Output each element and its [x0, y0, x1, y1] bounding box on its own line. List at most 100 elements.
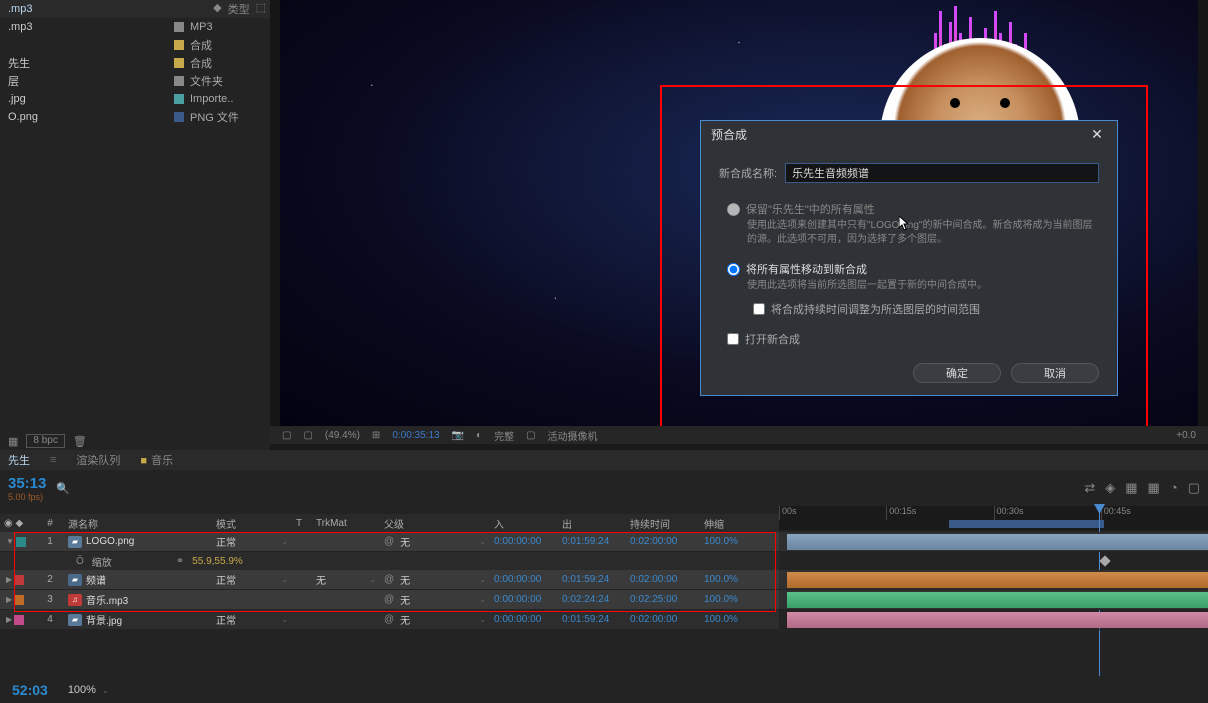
- out-time[interactable]: 0:01:59:24: [558, 614, 626, 625]
- zoom-value[interactable]: (49.4%): [325, 430, 360, 441]
- duration-display[interactable]: 52:03: [12, 682, 48, 698]
- layer-name[interactable]: 频谱: [86, 572, 106, 587]
- parent-value[interactable]: 无: [400, 572, 410, 587]
- in-time[interactable]: 0:00:00:00: [490, 574, 558, 585]
- work-area-bar[interactable]: [949, 520, 1104, 528]
- name-column-header[interactable]: 源名称: [64, 516, 212, 531]
- pickwhip-icon[interactable]: @: [384, 614, 394, 625]
- out-time[interactable]: 0:01:59:24: [558, 574, 626, 585]
- project-item[interactable]: .mp3MP3: [0, 18, 270, 36]
- scale-value[interactable]: 55.9,55.9%: [192, 556, 243, 567]
- project-item[interactable]: 层文件夹: [0, 72, 270, 90]
- twirl-icon[interactable]: ▶: [6, 575, 12, 585]
- stretch[interactable]: 100.0%: [700, 594, 750, 605]
- toolbar-icon[interactable]: ⊞: [372, 430, 380, 441]
- label-swatch[interactable]: [16, 537, 26, 547]
- motionblur-icon[interactable]: ▦: [1148, 480, 1160, 496]
- twirl-icon[interactable]: ▼: [6, 537, 14, 547]
- chevron-down-icon[interactable]: ⌄: [369, 575, 376, 584]
- stretch-column-header[interactable]: 伸缩: [700, 516, 750, 531]
- draft3d-icon[interactable]: ◈: [1105, 480, 1115, 496]
- project-item[interactable]: O.pngPNG 文件: [0, 108, 270, 126]
- layer-row[interactable]: ▼ 1 ▰LOGO.png 正常⌄ @无⌄ 0:00:00:00 0:01:59…: [0, 532, 779, 552]
- open-new-comp-checkbox[interactable]: [727, 333, 739, 345]
- duration[interactable]: 0:02:25:00: [626, 594, 700, 605]
- preview-timecode[interactable]: 0:00:35:13: [392, 430, 439, 441]
- out-time[interactable]: 0:02:24:24: [558, 594, 626, 605]
- stretch[interactable]: 100.0%: [700, 574, 750, 585]
- new-comp-name-input[interactable]: [785, 163, 1099, 183]
- layer-bar-row[interactable]: [779, 570, 1208, 590]
- label-icon[interactable]: ◆: [213, 1, 221, 17]
- open-new-comp-row[interactable]: 打开新合成: [719, 331, 1099, 347]
- duration[interactable]: 0:02:00:00: [626, 536, 700, 547]
- parent-value[interactable]: 无: [400, 592, 410, 607]
- radio-move-attributes[interactable]: [727, 263, 740, 276]
- layer-name[interactable]: 音乐.mp3: [86, 592, 128, 607]
- project-item[interactable]: 先生合成: [0, 54, 270, 72]
- project-item[interactable]: .jpgImporte..: [0, 90, 270, 108]
- layer-bar-row[interactable]: [779, 532, 1208, 552]
- toolbar-icon[interactable]: ▢: [303, 430, 312, 441]
- keyframe-icon[interactable]: [1099, 555, 1110, 566]
- parent-column-header[interactable]: 父级: [380, 516, 490, 531]
- in-time[interactable]: 0:00:00:00: [490, 536, 558, 547]
- delete-icon[interactable]: 🗑: [73, 435, 87, 448]
- parent-value[interactable]: 无: [400, 534, 410, 549]
- chevron-down-icon[interactable]: ⌄: [281, 615, 288, 624]
- chevron-down-icon[interactable]: ⌄: [479, 615, 486, 624]
- transform-scale-row[interactable]: Ŏ 缩放 ⚭ 55.9,55.9%: [0, 552, 779, 570]
- mode-column-header[interactable]: 模式: [212, 516, 292, 531]
- chevron-down-icon[interactable]: ⌄: [479, 575, 486, 584]
- pickwhip-icon[interactable]: @: [384, 536, 394, 547]
- twirl-icon[interactable]: ▶: [6, 595, 12, 605]
- stretch[interactable]: 100.0%: [700, 614, 750, 625]
- frameblend-icon[interactable]: ▦: [1125, 480, 1137, 496]
- layer-bar[interactable]: [787, 572, 1208, 588]
- parent-value[interactable]: 无: [400, 612, 410, 627]
- close-icon[interactable]: ✕: [1087, 124, 1107, 144]
- label-swatch[interactable]: [14, 575, 24, 585]
- layer-row[interactable]: ▶ 2 ▰频谱 正常⌄ 无⌄ @无⌄ 0:00:00:00 0:01:59:24…: [0, 570, 779, 590]
- resolution-select[interactable]: 完整: [494, 428, 514, 443]
- in-time[interactable]: 0:00:00:00: [490, 614, 558, 625]
- toolbar-icon[interactable]: ▢: [526, 430, 535, 441]
- trkmat-value[interactable]: 无: [316, 572, 326, 587]
- stretch[interactable]: 100.0%: [700, 536, 750, 547]
- toolbar-icon[interactable]: ▢: [1188, 480, 1200, 496]
- search-icon[interactable]: 🔍: [56, 482, 70, 495]
- stopwatch-icon[interactable]: Ŏ: [76, 556, 84, 567]
- hierarchy-icon[interactable]: ⬚: [256, 1, 266, 17]
- camera-select[interactable]: 活动摄像机: [548, 428, 598, 443]
- type-column-label[interactable]: 类型: [228, 1, 250, 17]
- duration[interactable]: 0:02:00:00: [626, 614, 700, 625]
- in-column-header[interactable]: 入: [490, 516, 558, 531]
- graph-editor-icon[interactable]: ◔: [1170, 480, 1178, 496]
- twirl-icon[interactable]: ▶: [6, 615, 12, 625]
- chevron-down-icon[interactable]: ⌄: [102, 686, 109, 695]
- layer-name[interactable]: 背景.jpg: [86, 612, 122, 627]
- shy-icon[interactable]: ⇄: [1084, 480, 1095, 496]
- time-ruler[interactable]: 00s 00:15s 00:30s 00:45s: [779, 506, 1208, 530]
- layer-bar[interactable]: [787, 534, 1208, 550]
- adjust-duration-row[interactable]: 将合成持续时间调整为所选图层的时间范围: [727, 301, 1099, 317]
- cancel-button[interactable]: 取消: [1011, 363, 1099, 383]
- out-column-header[interactable]: 出: [558, 516, 626, 531]
- timeline-tab-render-queue[interactable]: 渲染队列: [76, 452, 120, 468]
- layer-row[interactable]: ▶ 3 ♫音乐.mp3 @无⌄ 0:00:00:00 0:02:24:24 0:…: [0, 590, 779, 610]
- timeline-tab-active[interactable]: 先生: [8, 452, 30, 468]
- duration[interactable]: 0:02:00:00: [626, 574, 700, 585]
- out-time[interactable]: 0:01:59:24: [558, 536, 626, 547]
- in-time[interactable]: 0:00:00:00: [490, 594, 558, 605]
- duration-column-header[interactable]: 持续时间: [626, 516, 700, 531]
- keyframe-row[interactable]: [779, 552, 1208, 570]
- layer-name[interactable]: LOGO.png: [86, 536, 134, 547]
- blend-mode[interactable]: 正常: [216, 534, 236, 549]
- dialog-titlebar[interactable]: 预合成 ✕: [701, 121, 1117, 147]
- adjust-duration-checkbox[interactable]: [753, 303, 765, 315]
- snapshot-icon[interactable]: 📷: [452, 430, 464, 441]
- current-timecode[interactable]: 35:13: [8, 475, 46, 492]
- project-item[interactable]: 合成: [0, 36, 270, 54]
- radio-2-label[interactable]: 将所有属性移动到新合成: [746, 261, 867, 277]
- pickwhip-icon[interactable]: @: [384, 574, 394, 585]
